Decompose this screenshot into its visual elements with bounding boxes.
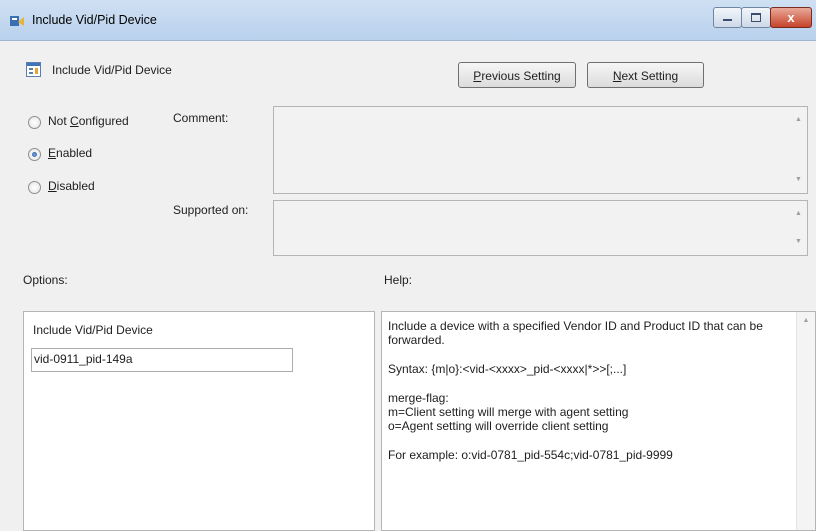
help-label: Help: <box>384 273 413 287</box>
scroll-down-icon[interactable]: ▼ <box>790 235 807 249</box>
radio-label: Enabled <box>48 146 93 160</box>
policy-window-icon <box>10 16 24 26</box>
scroll-up-icon[interactable]: ▲ <box>790 207 807 221</box>
help-scrollbar[interactable]: ▲ <box>796 312 815 530</box>
radio-label: Not Configured <box>48 114 129 128</box>
supported-on-scrollbar[interactable]: ▲ ▼ <box>790 201 807 255</box>
maximize-button[interactable] <box>741 7 771 28</box>
previous-setting-button[interactable]: Previous Setting <box>458 62 576 88</box>
vid-pid-input[interactable]: vid-0911_pid-149a <box>31 348 293 372</box>
comment-scrollbar[interactable]: ▲ ▼ <box>790 107 807 193</box>
help-panel: Include a device with a specified Vendor… <box>381 311 816 531</box>
radio-label: Disabled <box>48 179 95 193</box>
supported-on-label: Supported on: <box>173 203 249 217</box>
help-paragraph: Syntax: {m|o}:<vid-<xxxx>_pid-<xxxx|*>>[… <box>388 362 627 376</box>
window-title: Include Vid/Pid Device <box>32 13 157 27</box>
supported-on-field: ▲ ▼ <box>273 200 808 256</box>
scroll-up-icon[interactable]: ▲ <box>790 113 807 127</box>
radio-circle[interactable] <box>28 116 41 129</box>
comment-textarea[interactable]: ▲ ▼ <box>273 106 808 194</box>
option-field-label: Include Vid/Pid Device <box>33 323 153 337</box>
help-paragraph: For example: o:vid-0781_pid-554c;vid-078… <box>388 448 673 462</box>
comment-label: Comment: <box>173 111 229 125</box>
options-panel: Include Vid/Pid Device vid-0911_pid-149a <box>23 311 375 531</box>
help-text: Include a device with a specified Vendor… <box>388 319 788 477</box>
setting-title: Include Vid/Pid Device <box>52 63 172 77</box>
minimize-icon <box>723 19 732 21</box>
scroll-up-icon[interactable]: ▲ <box>797 317 815 324</box>
close-button[interactable]: x <box>770 7 812 28</box>
maximize-icon <box>751 13 761 22</box>
next-setting-button[interactable]: Next Setting <box>587 62 704 88</box>
previous-label: revious Setting <box>481 69 561 83</box>
help-paragraph: Include a device with a specified Vendor… <box>388 319 763 347</box>
scroll-down-icon[interactable]: ▼ <box>790 173 807 187</box>
radio-circle-selected[interactable] <box>28 148 41 161</box>
options-label: Options: <box>23 273 68 287</box>
radio-circle[interactable] <box>28 181 41 194</box>
minimize-button[interactable] <box>713 7 742 28</box>
policy-setting-icon <box>26 62 41 77</box>
help-paragraph: merge-flag: m=Client setting will merge … <box>388 391 629 433</box>
title-bar: Include Vid/Pid Device x <box>0 0 816 41</box>
next-label: ext Setting <box>621 69 679 83</box>
close-icon: x <box>787 10 795 25</box>
